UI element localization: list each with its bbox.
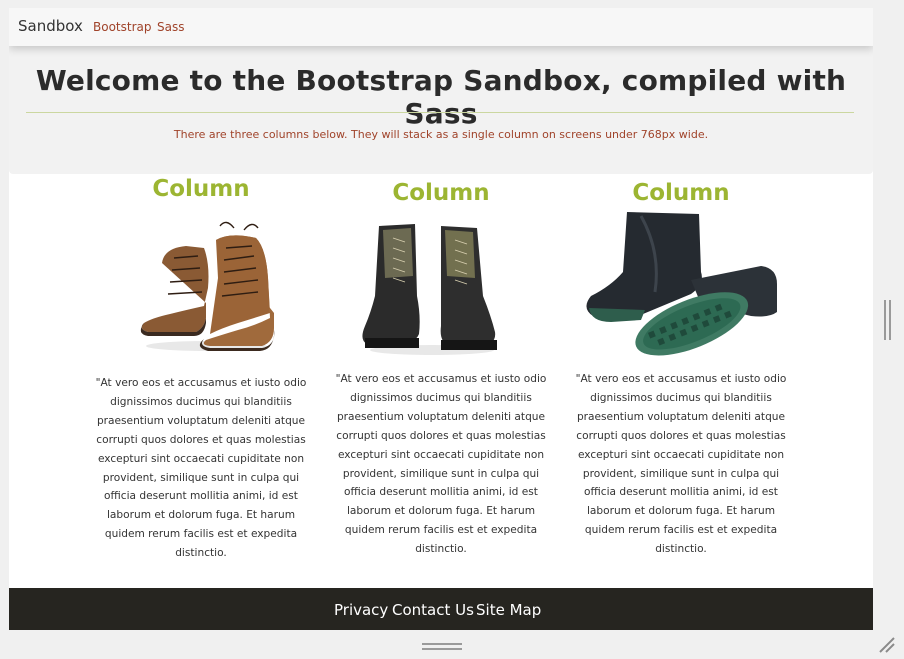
divider — [26, 112, 854, 113]
column-3-body: "At vero eos et accusamus et iusto odio … — [571, 370, 791, 559]
column-3: Column — [571, 180, 791, 206]
column-text: "At vero eos et accusamus et iusto odio … — [95, 377, 307, 560]
column-1-body: "At vero eos et accusamus et iusto odio … — [91, 374, 311, 563]
nav-link-bootstrap[interactable]: Bootstrap — [93, 20, 151, 34]
footer-link-contact-us[interactable]: Contact Us — [392, 601, 474, 619]
column-heading: Column — [152, 176, 250, 202]
nav-link-sass[interactable]: Sass — [157, 20, 184, 34]
navbar-brand[interactable]: Sandbox — [18, 17, 83, 35]
scroll-grip-icon[interactable] — [884, 300, 892, 340]
column-text: "At vero eos et accusamus et iusto odio … — [575, 373, 787, 556]
page-title: Welcome to the Bootstrap Sandbox, compil… — [35, 64, 847, 130]
rain-boots-image — [586, 212, 777, 356]
footer-link-site-map[interactable]: Site Map — [476, 601, 541, 619]
column-2: Column — [331, 180, 551, 206]
brown-boots-image — [140, 221, 275, 351]
resize-grip-icon[interactable] — [422, 643, 462, 651]
footer: Privacy Contact Us Site Map — [9, 588, 873, 630]
column-1: Column — [91, 176, 311, 202]
lead-text: There are three columns below. They will… — [173, 128, 709, 141]
column-text: "At vero eos et accusamus et iusto odio … — [335, 373, 547, 556]
footer-link-privacy[interactable]: Privacy — [334, 601, 388, 619]
page-viewport: Sandbox Bootstrap Sass Welcome to the Bo… — [9, 8, 873, 630]
black-boots-image — [362, 224, 497, 355]
column-heading: Column — [392, 180, 490, 206]
resize-corner-icon[interactable] — [878, 636, 896, 654]
column-2-body: "At vero eos et accusamus et iusto odio … — [331, 370, 551, 559]
column-heading: Column — [632, 180, 730, 206]
jumbotron: Welcome to the Bootstrap Sandbox, compil… — [9, 46, 873, 174]
navbar: Sandbox Bootstrap Sass — [9, 8, 873, 46]
